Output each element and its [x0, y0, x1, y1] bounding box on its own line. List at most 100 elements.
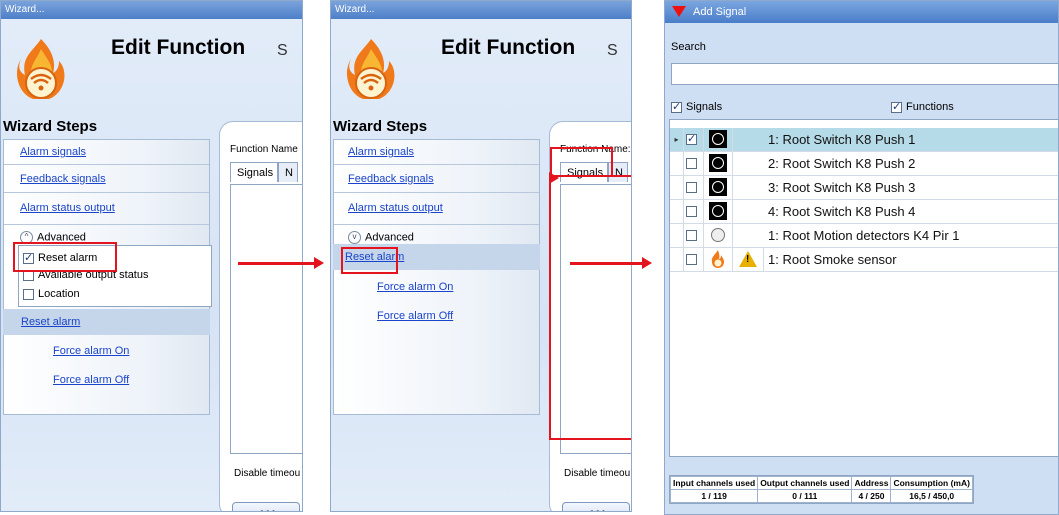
checkbox[interactable] [686, 157, 697, 169]
checkbox-checked[interactable] [671, 100, 682, 113]
input-channels-value: 1 / 119 [669, 489, 759, 503]
row-checkbox-cell[interactable] [684, 128, 704, 151]
warning-icon [733, 248, 764, 271]
page-subtitle: S [607, 42, 618, 59]
row-checkbox-cell[interactable] [684, 176, 704, 199]
function-name-label: Function Name [230, 144, 298, 155]
wizard-window-after: Wizard... Edit Function S Wizard Steps A… [330, 0, 632, 512]
step-feedback-signals[interactable]: Feedback signals [348, 173, 434, 185]
filter-label: Functions [906, 101, 954, 113]
status-bar: Input channels used Output channels used… [669, 475, 974, 504]
step-alarm-status-output[interactable]: Alarm status output [20, 202, 115, 214]
add-signal-dialog: Add Signal Search Signals Functions ▸ 1:… [664, 0, 1059, 515]
fire-wifi-logo-icon [17, 39, 65, 99]
output-channels-value: 0 / 111 [757, 489, 853, 503]
step-alarm-signals[interactable]: Alarm signals [20, 146, 86, 158]
table-row[interactable]: 1: Root Motion detectors K4 Pir 1 [670, 224, 1058, 248]
search-input[interactable] [671, 63, 1058, 85]
checkbox-checked[interactable] [686, 132, 697, 145]
step-alarm-signals[interactable]: Alarm signals [348, 146, 414, 158]
dropdown-triangle-icon[interactable] [672, 6, 686, 17]
dialog-titlebar: Add Signal [665, 1, 1058, 23]
disable-timeout-label: Disable timeou [564, 468, 631, 479]
row-selector [670, 248, 684, 271]
back-button[interactable]: <<< [232, 502, 300, 511]
checkbox[interactable] [686, 253, 697, 265]
signals-list [560, 184, 631, 454]
red-line [549, 438, 631, 440]
row-selector [670, 152, 684, 175]
row-selector [670, 224, 684, 247]
signal-label: 3: Root Switch K8 Push 3 [768, 180, 916, 195]
divider [4, 224, 209, 225]
divider [4, 164, 209, 165]
row-selector [670, 176, 684, 199]
checkbox-checked[interactable] [891, 100, 902, 113]
advanced-toggle[interactable]: v Advanced [348, 231, 414, 244]
row-checkbox-cell[interactable] [684, 224, 704, 247]
red-line [609, 175, 631, 177]
smoke-sensor-icon [704, 248, 733, 271]
back-button[interactable]: <<< [562, 502, 630, 511]
status-header: Consumption (mA) [890, 476, 973, 490]
filter-signals[interactable]: Signals [671, 100, 722, 113]
row-checkbox-cell[interactable] [684, 152, 704, 175]
step-feedback-signals[interactable]: Feedback signals [20, 173, 106, 185]
tab-next[interactable]: N [278, 162, 298, 182]
advanced-label: Advanced [365, 231, 414, 244]
option-location[interactable]: Location [23, 288, 80, 300]
address-value: 4 / 250 [851, 489, 892, 503]
table-row[interactable]: 1: Root Smoke sensor [670, 248, 1058, 272]
row-checkbox-cell[interactable] [684, 200, 704, 223]
red-line [549, 172, 559, 439]
search-label: Search [671, 41, 706, 53]
signal-label: 1: Root Motion detectors K4 Pir 1 [768, 228, 960, 243]
wizard-steps-title: Wizard Steps [333, 118, 428, 135]
window-title: Wizard... [1, 1, 302, 19]
disable-timeout-label: Disable timeou [234, 468, 301, 479]
highlight-box [341, 247, 398, 274]
filter-functions[interactable]: Functions [891, 100, 954, 113]
fire-wifi-logo-icon [347, 39, 395, 99]
step-force-alarm-off[interactable]: Force alarm Off [377, 310, 453, 322]
function-editor-panel: Function Name Signals N Disable timeou <… [219, 121, 302, 511]
step-force-alarm-on[interactable]: Force alarm On [377, 281, 453, 293]
table-row[interactable]: ▸ 1: Root Switch K8 Push 1 [670, 128, 1058, 152]
switch-icon [704, 128, 733, 151]
window-title: Wizard... [331, 1, 631, 19]
step-alarm-status-output[interactable]: Alarm status output [348, 202, 443, 214]
checkbox[interactable] [686, 205, 697, 217]
signal-label: 1: Root Switch K8 Push 1 [768, 132, 916, 147]
wizard-window-before: Wizard... Edit Function S Wizard Steps A… [0, 0, 303, 512]
step-reset-alarm[interactable]: Reset alarm [21, 316, 80, 328]
row-checkbox-cell[interactable] [684, 248, 704, 271]
checkbox[interactable] [23, 288, 34, 300]
divider [334, 164, 539, 165]
checkbox[interactable] [686, 181, 697, 193]
table-row[interactable]: 2: Root Switch K8 Push 2 [670, 152, 1058, 176]
red-arrow-icon [238, 257, 324, 269]
signals-grid: ▸ 1: Root Switch K8 Push 1 2: Root Switc… [669, 119, 1058, 457]
step-force-alarm-on[interactable]: Force alarm On [53, 345, 129, 357]
table-row[interactable]: 4: Root Switch K8 Push 4 [670, 200, 1058, 224]
row-selector [670, 200, 684, 223]
divider [4, 192, 209, 193]
tab-signals[interactable]: Signals [230, 162, 278, 182]
page-title: Edit Function [111, 36, 246, 59]
divider [334, 192, 539, 193]
dialog-title: Add Signal [693, 6, 747, 18]
wizard-steps-title: Wizard Steps [3, 118, 98, 135]
function-editor-panel: Function Name: Signals N Disable timeou … [549, 121, 631, 511]
step-force-alarm-off[interactable]: Force alarm Off [53, 374, 129, 386]
status-header: Address [851, 476, 892, 490]
checkbox[interactable] [686, 229, 697, 241]
consumption-value: 16,5 / 450,0 [890, 489, 973, 503]
motion-detector-icon [704, 224, 733, 247]
page-title: Edit Function [441, 36, 576, 59]
table-row[interactable]: 3: Root Switch K8 Push 3 [670, 176, 1058, 200]
switch-icon [704, 152, 733, 175]
highlight-box [13, 242, 117, 272]
wizard-steps-panel: Alarm signals Feedback signals Alarm sta… [333, 139, 540, 415]
option-label: Location [38, 288, 80, 300]
dialog-body: Search Signals Functions ▸ 1: Root Switc… [665, 23, 1058, 514]
